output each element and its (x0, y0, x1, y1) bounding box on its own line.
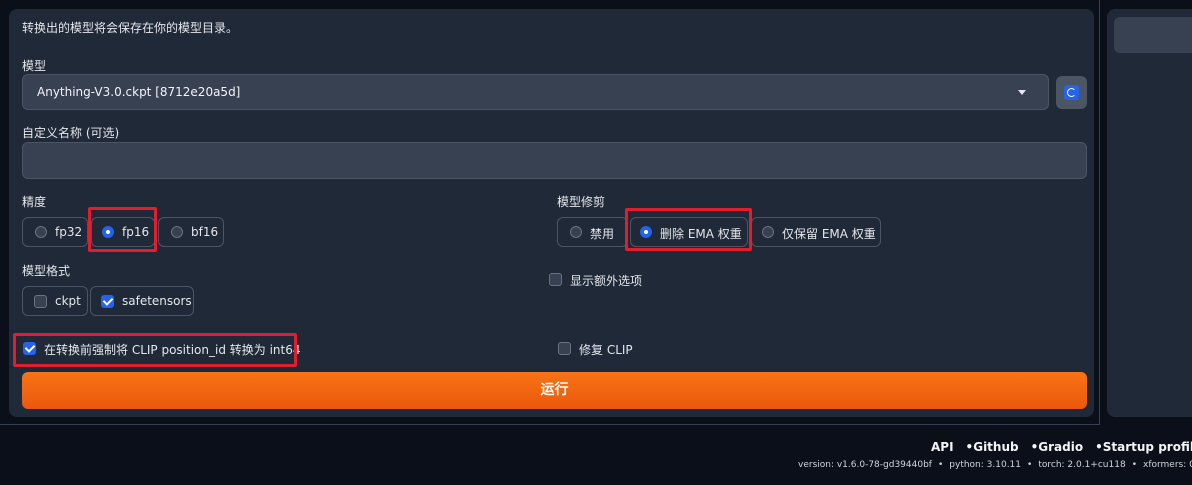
format-option-ckpt[interactable]: ckpt (22, 286, 88, 316)
precision-option-fp32[interactable]: fp32 (22, 217, 88, 247)
force-clip-label: 在转换前强制将 CLIP position_id 转换为 int64 (44, 343, 301, 357)
radio-icon (171, 226, 183, 238)
checkbox-checked-icon (101, 295, 114, 308)
model-label: 模型 (22, 59, 47, 73)
custom-name-input[interactable] (22, 142, 1087, 179)
radio-icon (570, 226, 582, 238)
format-label: 模型格式 (22, 264, 71, 278)
radio-icon (762, 226, 774, 238)
footer-link-github[interactable]: Github (973, 440, 1018, 454)
checkbox-icon (558, 342, 571, 355)
footer-link-gradio[interactable]: Gradio (1038, 440, 1083, 454)
model-dropdown-value: Anything-V3.0.ckpt [8712e20a5d] (37, 85, 241, 99)
radio-selected-icon (640, 226, 652, 238)
run-button[interactable]: 运行 (22, 372, 1087, 409)
checkbox-checked-icon (23, 342, 36, 355)
show-extra-label: 显示额外选项 (570, 274, 643, 288)
precision-label: 精度 (22, 195, 47, 209)
pruning-option-remove-ema[interactable]: 删除 EMA 权重 (630, 217, 748, 247)
precision-option-label: bf16 (191, 225, 219, 239)
pruning-label: 模型修剪 (557, 195, 606, 209)
version-text: version: v1.6.0-78-gd39440bf (798, 460, 932, 470)
custom-name-label: 自定义名称 (可选) (22, 126, 120, 140)
python-version-text: python: 3.10.11 (949, 460, 1022, 470)
info-text: 转换出的模型将会保存在你的模型目录。 (22, 21, 239, 35)
xformers-version-text: xformers: 0.0.2 (1143, 460, 1192, 470)
checkbox-icon (549, 273, 562, 286)
chevron-down-icon (1018, 90, 1026, 95)
pruning-option-label: 仅保留 EMA 权重 (782, 227, 876, 241)
format-option-label: safetensors (122, 294, 192, 308)
pruning-option-label: 禁用 (590, 227, 615, 241)
torch-version-text: torch: 2.0.1+cu118 (1038, 460, 1126, 470)
side-panel (1107, 9, 1192, 417)
checkbox-icon (34, 295, 47, 308)
footer-link-startup-profile[interactable]: Startup profil (1103, 440, 1192, 454)
footer-links: API •Github •Gradio •Startup profil (931, 440, 1192, 454)
pruning-option-disable[interactable]: 禁用 (557, 217, 628, 247)
footer-link-api[interactable]: API (931, 440, 954, 454)
format-option-safetensors[interactable]: safetensors (90, 286, 194, 316)
fix-clip-label: 修复 CLIP (579, 343, 633, 357)
footer-versions: version: v1.6.0-78-gd39440bf • python: 3.1… (798, 460, 1192, 470)
radio-selected-icon (102, 226, 114, 238)
precision-option-fp16[interactable]: fp16 (91, 217, 155, 247)
format-option-label: ckpt (55, 294, 81, 308)
refresh-button[interactable] (1056, 76, 1087, 109)
precision-option-label: fp32 (55, 225, 83, 239)
precision-option-bf16[interactable]: bf16 (158, 217, 224, 247)
model-dropdown[interactable]: Anything-V3.0.ckpt [8712e20a5d] (22, 74, 1049, 110)
pruning-option-ema-only[interactable]: 仅保留 EMA 权重 (751, 217, 881, 247)
refresh-icon (1064, 85, 1079, 100)
pruning-option-label: 删除 EMA 权重 (660, 227, 742, 241)
radio-icon (35, 226, 47, 238)
side-panel-box (1114, 17, 1192, 53)
precision-option-label: fp16 (122, 225, 150, 239)
